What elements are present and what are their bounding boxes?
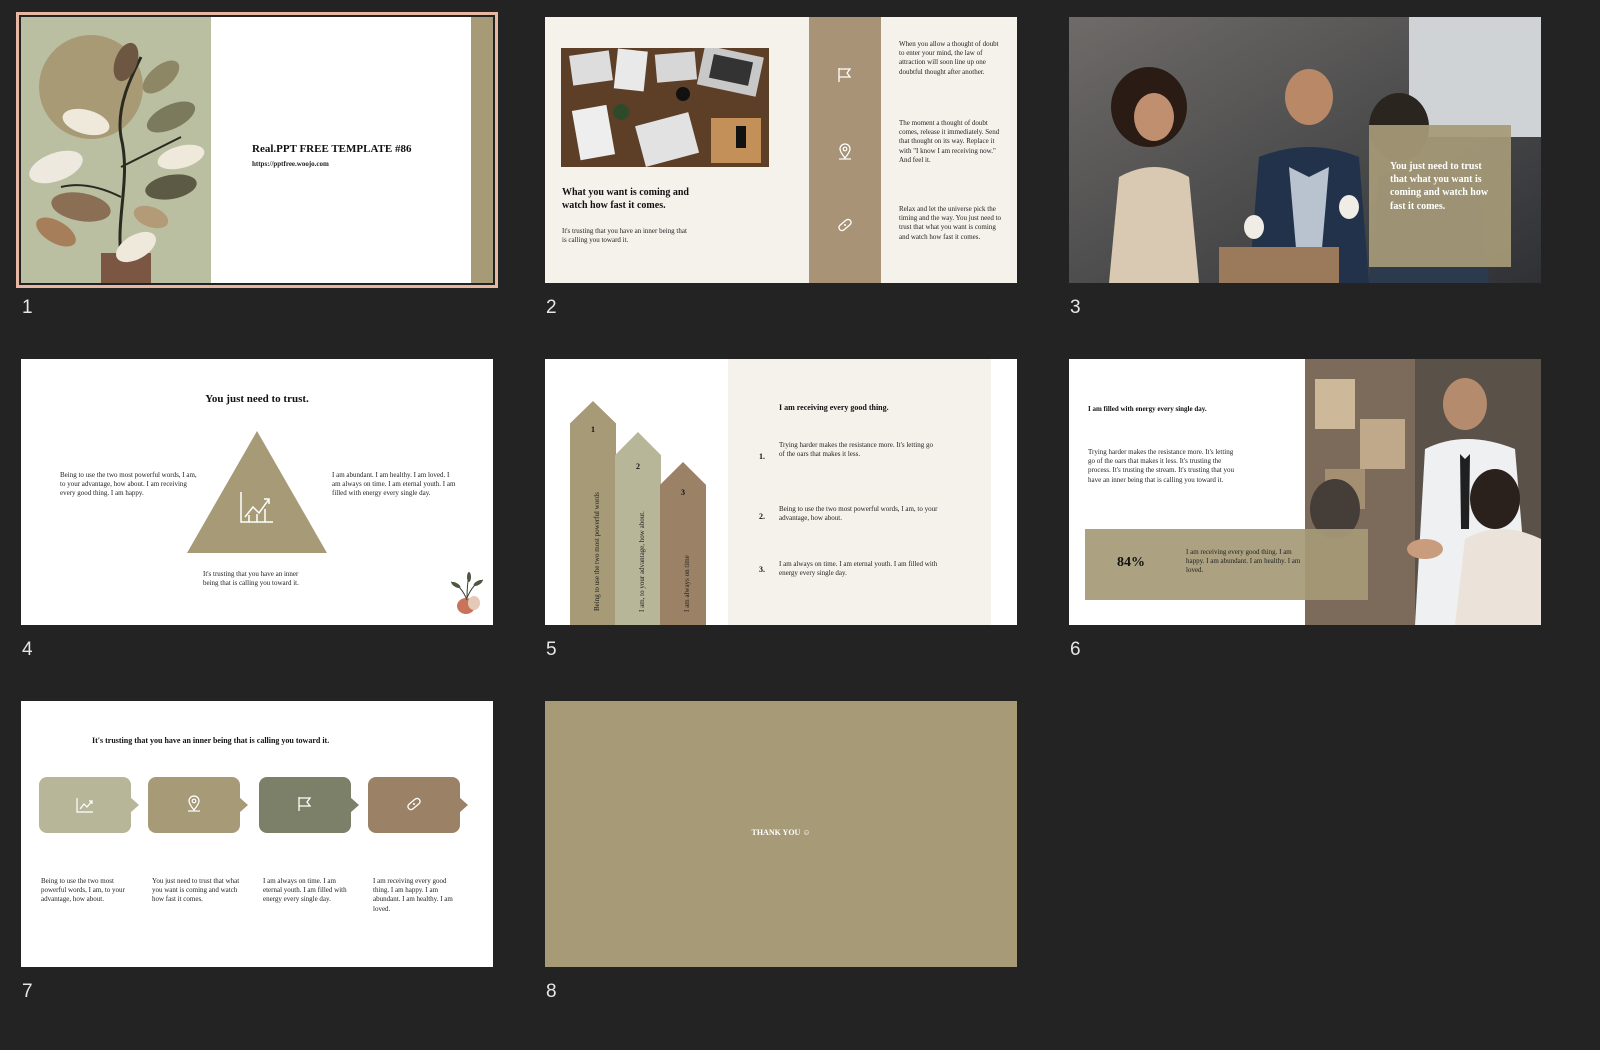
left-text: Being to use the two most powerful words…	[60, 471, 197, 498]
leaf-illustration	[21, 17, 211, 283]
desk-photo	[561, 48, 769, 167]
slide-title: I am receiving every good thing.	[779, 403, 889, 412]
slide-title: Real.PPT FREE TEMPLATE #86	[252, 143, 412, 155]
slide-title: It's trusting that you have an inner bei…	[92, 736, 330, 745]
chart-icon	[75, 796, 95, 814]
paragraph-1: When you allow a thought of doubt to ent…	[899, 40, 999, 76]
bar-number: 2	[636, 462, 640, 471]
slide-number-7: 7	[22, 981, 33, 1002]
slide-thumbnail-3[interactable]: You just need to trust that what you wan…	[1069, 17, 1541, 283]
stat-value: 84%	[1117, 555, 1145, 570]
slide-thumbnail-2[interactable]: What you want is coming and watch how fa…	[545, 17, 1017, 283]
bar-label: I am, to your advantage, how about.	[638, 511, 646, 612]
bandage-icon	[836, 216, 854, 234]
triangle-graphic	[187, 431, 327, 553]
item-number-2: 2.	[759, 512, 765, 521]
step-box-4	[368, 777, 468, 833]
slide-number-8: 8	[546, 981, 557, 1002]
bar-3: 3 I am always on time	[660, 462, 706, 625]
item-text-3: I am always on time. I am eternal youth.…	[779, 560, 938, 578]
slide-thumbnail-6[interactable]: I am filled with energy every single day…	[1069, 359, 1541, 625]
paragraph-2: The moment a thought of doubt comes, rel…	[899, 119, 1000, 164]
accent-bar	[471, 17, 493, 283]
bottom-text: It's trusting that you have an inner bei…	[203, 570, 299, 588]
paragraph-3: Relax and let the universe pick the timi…	[899, 205, 1002, 241]
bar-label: I am always on time	[683, 555, 691, 612]
slide-title: You just need to trust.	[205, 393, 309, 405]
slide-thumbnail-5[interactable]: 1 Being to use the two most powerful wor…	[545, 359, 1017, 625]
slide-body: Trying harder makes the resistance more.…	[1088, 448, 1235, 484]
slide-thumbnail-8[interactable]: THANK YOU ☺	[545, 701, 1017, 967]
bar-number: 3	[681, 488, 685, 497]
step-text-2: You just need to trust that what you wan…	[152, 877, 240, 904]
thank-you-text: THANK YOU ☺	[751, 828, 811, 837]
flag-icon	[836, 66, 854, 84]
slide-headline: What you want is coming and watch how fa…	[562, 187, 689, 211]
bar-number: 1	[591, 425, 595, 434]
item-number-3: 3.	[759, 565, 765, 574]
slide-title: I am filled with energy every single day…	[1088, 405, 1207, 413]
item-number-1: 1.	[759, 452, 765, 461]
step-text-3: I am always on time. I am eternal youth.…	[263, 877, 347, 904]
location-icon	[836, 143, 854, 161]
item-text-1: Trying harder makes the resistance more.…	[779, 441, 933, 459]
slide-number-2: 2	[546, 297, 557, 318]
slide-thumbnail-1[interactable]: Real.PPT FREE TEMPLATE #86 https://pptfr…	[16, 12, 498, 288]
location-icon	[185, 795, 203, 813]
plant-decoration	[449, 572, 485, 614]
flag-icon	[296, 795, 314, 813]
bar-label: Being to use the two most powerful words	[593, 492, 601, 611]
step-box-1	[39, 777, 139, 833]
overlay-box: You just need to trust that what you wan…	[1369, 125, 1511, 267]
icon-column	[809, 17, 881, 283]
cream-panel	[728, 359, 991, 625]
slide-number-5: 5	[546, 639, 557, 660]
slide-number-4: 4	[22, 639, 33, 660]
bar-1: 1 Being to use the two most powerful wor…	[570, 401, 616, 625]
bar-2: 2 I am, to your advantage, how about.	[615, 432, 661, 625]
step-text-4: I am receiving every good thing. I am ha…	[373, 877, 453, 913]
slide-number-3: 3	[1070, 297, 1081, 318]
stat-text: I am receiving every good thing. I am ha…	[1186, 548, 1301, 575]
stat-box: 84% I am receiving every good thing. I a…	[1085, 529, 1368, 600]
overlay-text: You just need to trust that what you wan…	[1390, 161, 1489, 212]
slide-number-1: 1	[22, 297, 33, 318]
slide-thumbnail-7[interactable]: It's trusting that you have an inner bei…	[21, 701, 493, 967]
right-text: I am abundant. I am healthy. I am loved.…	[332, 471, 456, 498]
step-text-1: Being to use the two most powerful words…	[41, 877, 125, 904]
slide-body: It's trusting that you have an inner bei…	[562, 227, 687, 245]
step-box-2	[148, 777, 248, 833]
slide-thumbnail-4[interactable]: You just need to trust. Being to use the…	[21, 359, 493, 625]
item-text-2: Being to use the two most powerful words…	[779, 505, 938, 523]
slide-number-6: 6	[1070, 639, 1081, 660]
bandage-icon	[405, 795, 423, 813]
step-box-3	[259, 777, 359, 833]
slide-url: https://pptfree.woojo.com	[252, 160, 329, 168]
